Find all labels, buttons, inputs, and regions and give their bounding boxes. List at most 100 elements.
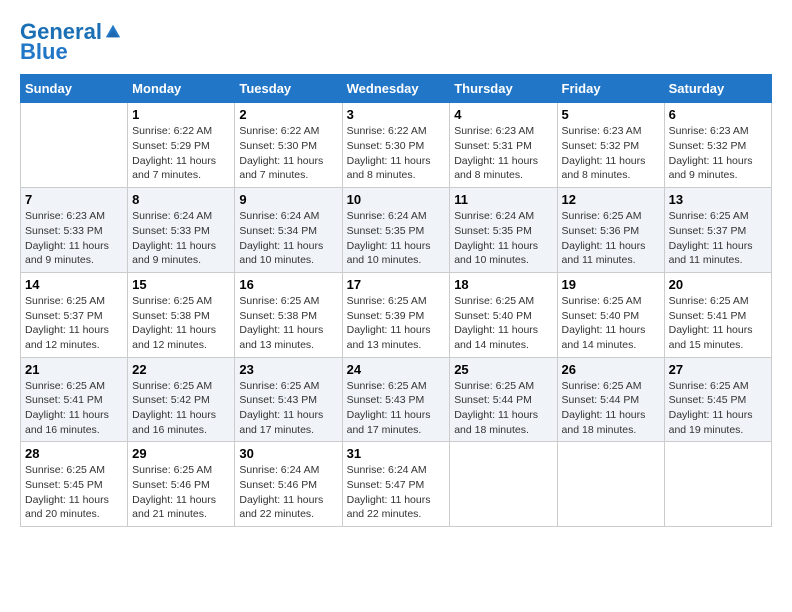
day-info: Sunrise: 6:25 AM Sunset: 5:46 PM Dayligh… — [132, 463, 230, 522]
calendar-cell: 23Sunrise: 6:25 AM Sunset: 5:43 PM Dayli… — [235, 357, 342, 442]
day-info: Sunrise: 6:25 AM Sunset: 5:39 PM Dayligh… — [347, 294, 446, 353]
calendar-cell: 20Sunrise: 6:25 AM Sunset: 5:41 PM Dayli… — [664, 272, 771, 357]
calendar-cell: 10 Sunrise: 6:24 AM Sunset: 5:35 PM Dayli… — [342, 188, 450, 273]
day-info: Sunrise: 6:23 AM Sunset: 5:32 PM Dayligh… — [562, 124, 660, 183]
header-day-thursday: Thursday — [450, 75, 557, 103]
calendar-cell: 1Sunrise: 6:22 AM Sunset: 5:29 PM Daylig… — [128, 103, 235, 188]
day-info: Sunrise: 6:24 AM Sunset: 5:47 PM Dayligh… — [347, 463, 446, 522]
calendar-cell: 3 Sunrise: 6:22 AM Sunset: 5:30 PM Daylig… — [342, 103, 450, 188]
week-row-4: 28 Sunrise: 6:25 AM Sunset: 5:45 PM Dayli… — [21, 442, 772, 527]
calendar-cell — [21, 103, 128, 188]
calendar-cell — [557, 442, 664, 527]
day-info: Sunrise: 6:25 AM Sunset: 5:44 PM Dayligh… — [562, 379, 660, 438]
day-info: Sunrise: 6:24 AM Sunset: 5:35 PM Dayligh… — [347, 209, 446, 268]
day-info: Sunrise: 6:25 AM Sunset: 5:40 PM Dayligh… — [562, 294, 660, 353]
day-info: Sunrise: 6:22 AM Sunset: 5:30 PM Dayligh… — [347, 124, 446, 183]
calendar-cell: 31Sunrise: 6:24 AM Sunset: 5:47 PM Dayli… — [342, 442, 450, 527]
day-number: 25 — [454, 362, 552, 377]
calendar-cell: 25 Sunrise: 6:25 AM Sunset: 5:44 PM Dayli… — [450, 357, 557, 442]
day-info: Sunrise: 6:25 AM Sunset: 5:41 PM Dayligh… — [25, 379, 123, 438]
calendar-cell: 28 Sunrise: 6:25 AM Sunset: 5:45 PM Dayli… — [21, 442, 128, 527]
calendar-cell: 7 Sunrise: 6:23 AM Sunset: 5:33 PM Daylig… — [21, 188, 128, 273]
calendar-cell: 26 Sunrise: 6:25 AM Sunset: 5:44 PM Dayli… — [557, 357, 664, 442]
day-info: Sunrise: 6:24 AM Sunset: 5:33 PM Dayligh… — [132, 209, 230, 268]
week-row-3: 21Sunrise: 6:25 AM Sunset: 5:41 PM Dayli… — [21, 357, 772, 442]
day-info: Sunrise: 6:25 AM Sunset: 5:41 PM Dayligh… — [669, 294, 767, 353]
calendar-cell: 15 Sunrise: 6:25 AM Sunset: 5:38 PM Dayli… — [128, 272, 235, 357]
day-number: 29 — [132, 446, 230, 461]
calendar-cell: 16 Sunrise: 6:25 AM Sunset: 5:38 PM Dayli… — [235, 272, 342, 357]
day-number: 11 — [454, 192, 552, 207]
day-number: 16 — [239, 277, 337, 292]
calendar-cell — [664, 442, 771, 527]
day-number: 6 — [669, 107, 767, 122]
day-info: Sunrise: 6:25 AM Sunset: 5:37 PM Dayligh… — [669, 209, 767, 268]
calendar-cell — [450, 442, 557, 527]
day-info: Sunrise: 6:25 AM Sunset: 5:37 PM Dayligh… — [25, 294, 123, 353]
day-number: 12 — [562, 192, 660, 207]
calendar-cell: 29 Sunrise: 6:25 AM Sunset: 5:46 PM Dayli… — [128, 442, 235, 527]
day-info: Sunrise: 6:24 AM Sunset: 5:46 PM Dayligh… — [239, 463, 337, 522]
day-info: Sunrise: 6:25 AM Sunset: 5:40 PM Dayligh… — [454, 294, 552, 353]
calendar-cell: 24 Sunrise: 6:25 AM Sunset: 5:43 PM Dayli… — [342, 357, 450, 442]
day-info: Sunrise: 6:24 AM Sunset: 5:35 PM Dayligh… — [454, 209, 552, 268]
day-info: Sunrise: 6:22 AM Sunset: 5:29 PM Dayligh… — [132, 124, 230, 183]
day-number: 2 — [239, 107, 337, 122]
day-info: Sunrise: 6:24 AM Sunset: 5:34 PM Dayligh… — [239, 209, 337, 268]
week-row-2: 14 Sunrise: 6:25 AM Sunset: 5:37 PM Dayli… — [21, 272, 772, 357]
calendar-cell: 19Sunrise: 6:25 AM Sunset: 5:40 PM Dayli… — [557, 272, 664, 357]
calendar-cell: 17 Sunrise: 6:25 AM Sunset: 5:39 PM Dayli… — [342, 272, 450, 357]
day-number: 9 — [239, 192, 337, 207]
page-header: General Blue — [20, 20, 772, 64]
day-number: 3 — [347, 107, 446, 122]
day-number: 27 — [669, 362, 767, 377]
day-info: Sunrise: 6:25 AM Sunset: 5:44 PM Dayligh… — [454, 379, 552, 438]
calendar-cell: 27 Sunrise: 6:25 AM Sunset: 5:45 PM Dayli… — [664, 357, 771, 442]
calendar-cell: 2 Sunrise: 6:22 AM Sunset: 5:30 PM Daylig… — [235, 103, 342, 188]
header-day-monday: Monday — [128, 75, 235, 103]
day-info: Sunrise: 6:25 AM Sunset: 5:38 PM Dayligh… — [132, 294, 230, 353]
calendar-cell: 8Sunrise: 6:24 AM Sunset: 5:33 PM Daylig… — [128, 188, 235, 273]
header-day-sunday: Sunday — [21, 75, 128, 103]
calendar-cell: 22 Sunrise: 6:25 AM Sunset: 5:42 PM Dayli… — [128, 357, 235, 442]
day-number: 10 — [347, 192, 446, 207]
week-row-1: 7 Sunrise: 6:23 AM Sunset: 5:33 PM Daylig… — [21, 188, 772, 273]
day-number: 4 — [454, 107, 552, 122]
calendar-cell: 21Sunrise: 6:25 AM Sunset: 5:41 PM Dayli… — [21, 357, 128, 442]
day-number: 30 — [239, 446, 337, 461]
calendar-cell: 14 Sunrise: 6:25 AM Sunset: 5:37 PM Dayli… — [21, 272, 128, 357]
day-number: 7 — [25, 192, 123, 207]
day-info: Sunrise: 6:25 AM Sunset: 5:45 PM Dayligh… — [669, 379, 767, 438]
calendar-cell: 6 Sunrise: 6:23 AM Sunset: 5:32 PM Daylig… — [664, 103, 771, 188]
logo-icon — [104, 23, 122, 41]
calendar-cell: 18 Sunrise: 6:25 AM Sunset: 5:40 PM Dayli… — [450, 272, 557, 357]
day-info: Sunrise: 6:25 AM Sunset: 5:38 PM Dayligh… — [239, 294, 337, 353]
header-day-saturday: Saturday — [664, 75, 771, 103]
calendar-cell: 13 Sunrise: 6:25 AM Sunset: 5:37 PM Dayli… — [664, 188, 771, 273]
day-info: Sunrise: 6:25 AM Sunset: 5:36 PM Dayligh… — [562, 209, 660, 268]
header-day-friday: Friday — [557, 75, 664, 103]
day-number: 28 — [25, 446, 123, 461]
day-info: Sunrise: 6:23 AM Sunset: 5:33 PM Dayligh… — [25, 209, 123, 268]
day-info: Sunrise: 6:25 AM Sunset: 5:45 PM Dayligh… — [25, 463, 123, 522]
day-number: 24 — [347, 362, 446, 377]
day-info: Sunrise: 6:23 AM Sunset: 5:32 PM Dayligh… — [669, 124, 767, 183]
day-number: 17 — [347, 277, 446, 292]
day-number: 13 — [669, 192, 767, 207]
day-number: 26 — [562, 362, 660, 377]
day-number: 22 — [132, 362, 230, 377]
day-info: Sunrise: 6:25 AM Sunset: 5:42 PM Dayligh… — [132, 379, 230, 438]
header-row: SundayMondayTuesdayWednesdayThursdayFrid… — [21, 75, 772, 103]
calendar-cell: 5Sunrise: 6:23 AM Sunset: 5:32 PM Daylig… — [557, 103, 664, 188]
calendar-cell: 4Sunrise: 6:23 AM Sunset: 5:31 PM Daylig… — [450, 103, 557, 188]
day-number: 18 — [454, 277, 552, 292]
day-number: 14 — [25, 277, 123, 292]
header-day-wednesday: Wednesday — [342, 75, 450, 103]
day-info: Sunrise: 6:22 AM Sunset: 5:30 PM Dayligh… — [239, 124, 337, 183]
week-row-0: 1Sunrise: 6:22 AM Sunset: 5:29 PM Daylig… — [21, 103, 772, 188]
day-number: 15 — [132, 277, 230, 292]
calendar-table: SundayMondayTuesdayWednesdayThursdayFrid… — [20, 74, 772, 527]
day-info: Sunrise: 6:25 AM Sunset: 5:43 PM Dayligh… — [347, 379, 446, 438]
calendar-cell: 9 Sunrise: 6:24 AM Sunset: 5:34 PM Daylig… — [235, 188, 342, 273]
logo: General Blue — [20, 20, 122, 64]
